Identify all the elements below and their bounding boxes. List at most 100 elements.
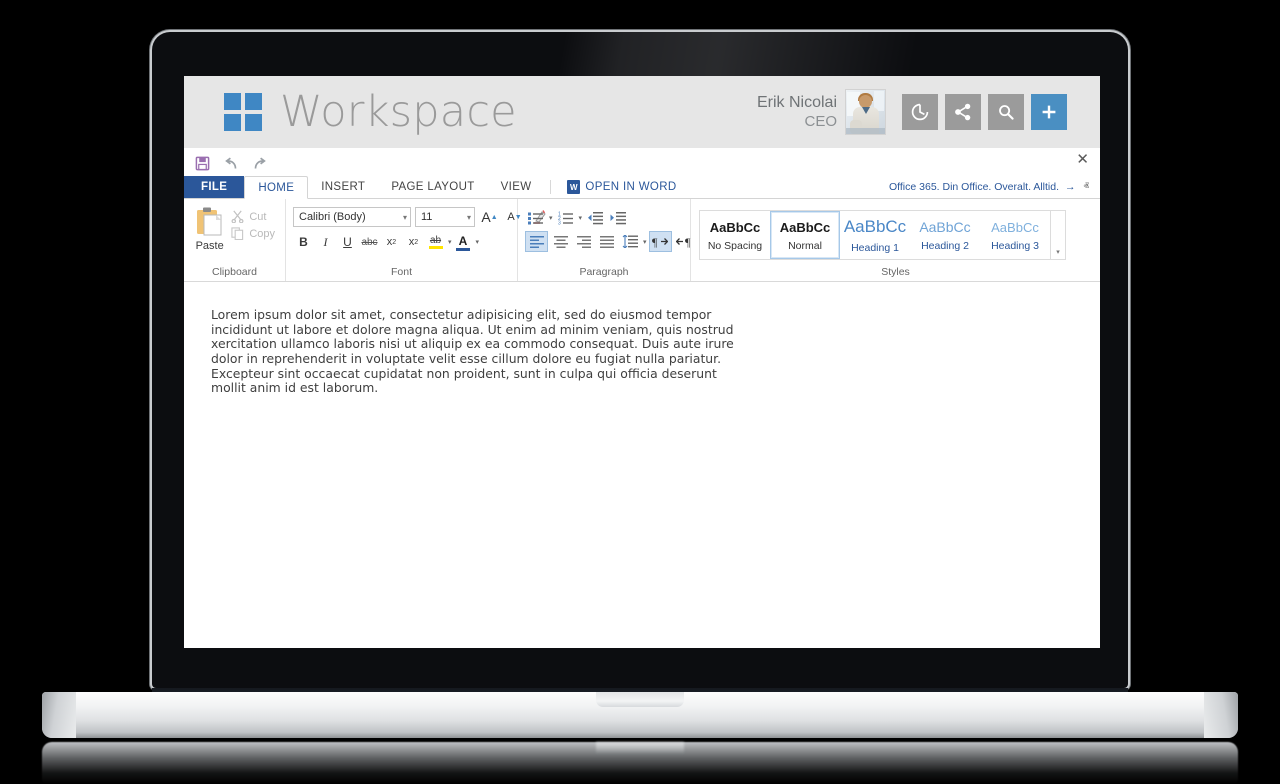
superscript-button[interactable]: x2	[403, 232, 424, 252]
ltr-button[interactable]: ¶	[648, 231, 672, 252]
ribbon-tabbar: FILE HOME INSERT PAGE LAYOUT VIEW W OPEN…	[184, 176, 1100, 199]
ltr-icon: ¶	[652, 235, 669, 248]
style-no-spacing[interactable]: AaBbCc No Spacing	[700, 211, 770, 259]
chevron-down-icon[interactable]: ▾	[447, 238, 452, 246]
office365-promo-text: Office 365. Din Office. Overalt. Alltid.	[889, 181, 1060, 193]
strikethrough-button[interactable]: abc	[359, 232, 380, 252]
align-right-button[interactable]	[573, 232, 594, 251]
cut-button[interactable]: Cut	[228, 208, 278, 225]
align-left-button[interactable]	[525, 231, 548, 252]
chevron-down-icon: ▾	[402, 212, 407, 222]
undo-button[interactable]	[223, 157, 239, 171]
style-name: Heading 1	[851, 242, 899, 254]
style-heading-2[interactable]: AaBbCc Heading 2	[910, 211, 980, 259]
user-role: CEO	[804, 112, 837, 130]
underline-button[interactable]: U	[337, 232, 358, 252]
tab-home[interactable]: HOME	[244, 176, 309, 199]
italic-label: I	[323, 234, 328, 249]
bullets-button[interactable]	[525, 208, 546, 227]
word-icon: W	[567, 180, 581, 194]
copy-button[interactable]: Copy	[228, 225, 278, 242]
chevron-down-icon[interactable]: ▾	[578, 214, 583, 222]
ribbon-group-styles: AaBbCc No Spacing AaBbCc Normal AaBbCc H…	[691, 199, 1100, 281]
chevron-down-icon[interactable]: ▾	[548, 214, 553, 222]
numbering-button[interactable]: 1 2 3	[555, 208, 576, 227]
font-color-button[interactable]: A	[453, 232, 474, 252]
copy-label: Copy	[249, 227, 275, 240]
subscript-index: 2	[392, 238, 397, 246]
chevron-down-icon: ▾	[466, 212, 471, 222]
style-normal[interactable]: AaBbCc Normal	[770, 211, 840, 259]
tab-file[interactable]: FILE	[184, 176, 245, 198]
redo-button[interactable]	[252, 157, 268, 171]
line-spacing-button[interactable]	[619, 232, 640, 251]
ribbon-group-clipboard: Paste Cut Copy Clipboard	[184, 199, 286, 281]
align-right-icon	[576, 235, 591, 248]
bold-label: B	[299, 235, 308, 249]
search-button[interactable]	[988, 94, 1024, 130]
tab-view[interactable]: VIEW	[488, 176, 545, 198]
decrease-indent-button[interactable]	[584, 208, 605, 227]
paste-button[interactable]: Paste	[191, 204, 228, 252]
paste-icon	[196, 207, 222, 236]
strikethrough-label: abc	[361, 236, 378, 248]
laptop-base-left-edge	[42, 692, 76, 738]
grow-font-button[interactable]: A ▲	[479, 207, 500, 227]
lid-gloss	[152, 32, 1128, 78]
save-button[interactable]	[195, 156, 210, 171]
style-preview: AaBbCc	[709, 219, 761, 235]
highlight-label: ab	[429, 235, 442, 246]
laptop-base-notch	[596, 692, 684, 707]
screenshot-stage: Workspace Erik Nicolai CEO ✕ FILE HOME I…	[0, 0, 1280, 784]
tab-divider	[550, 180, 552, 194]
collapse-ribbon-button[interactable]: ⱏ	[1084, 176, 1100, 198]
shrink-font-label: A	[507, 211, 515, 223]
document-canvas[interactable]: Lorem ipsum dolor sit amet, consectetur …	[184, 282, 1100, 648]
highlight-button[interactable]: ab	[425, 232, 446, 252]
user-info: Erik Nicolai CEO	[757, 93, 837, 132]
style-name: No Spacing	[707, 239, 763, 252]
styles-more-button[interactable]: ▾	[1051, 210, 1066, 260]
document-body-text[interactable]: Lorem ipsum dolor sit amet, consectetur …	[211, 307, 751, 396]
font-family-select[interactable]: Calibri (Body) ▾	[293, 207, 411, 227]
font-color-swatch	[456, 247, 471, 251]
justify-button[interactable]	[596, 232, 617, 251]
underline-label: U	[343, 235, 352, 249]
style-heading-1[interactable]: AaBbCc Heading 1	[840, 211, 910, 259]
history-button[interactable]	[902, 94, 938, 130]
laptop-lid: Workspace Erik Nicolai CEO ✕ FILE HOME I…	[152, 32, 1128, 688]
page-title: Workspace	[280, 87, 517, 137]
style-name: Heading 2	[921, 240, 969, 252]
workspace-logo-icon	[224, 93, 262, 131]
chevron-down-icon[interactable]: ▾	[642, 238, 647, 246]
increase-indent-button[interactable]	[607, 208, 628, 227]
style-preview: AaBbCc	[919, 219, 971, 235]
ribbon-group-font: Calibri (Body) ▾ 11 ▾ A ▲ A ▼ B I U abc …	[286, 199, 546, 281]
avatar[interactable]	[845, 89, 886, 135]
tab-insert[interactable]: INSERT	[308, 176, 378, 198]
laptop-screen: Workspace Erik Nicolai CEO ✕ FILE HOME I…	[184, 76, 1100, 648]
italic-button[interactable]: I	[315, 232, 336, 252]
tab-page-layout[interactable]: PAGE LAYOUT	[378, 176, 487, 198]
laptop-notch-reflection	[596, 742, 684, 754]
bold-button[interactable]: B	[293, 232, 314, 252]
close-button[interactable]: ✕	[1076, 152, 1089, 167]
subscript-button[interactable]: x2	[381, 232, 402, 252]
cut-icon	[231, 210, 244, 223]
svg-text:¶: ¶	[652, 235, 658, 248]
add-button[interactable]	[1031, 94, 1067, 130]
chevron-down-icon: ▾	[1056, 249, 1060, 256]
clipboard-group-label: Clipboard	[212, 266, 257, 278]
style-heading-3[interactable]: AaBbCc Heading 3	[980, 211, 1050, 259]
open-in-word-button[interactable]: W OPEN IN WORD	[557, 176, 686, 198]
font-group-label: Font	[390, 266, 412, 278]
align-center-button[interactable]	[550, 232, 571, 251]
share-button[interactable]	[945, 94, 981, 130]
office365-promo[interactable]: Office 365. Din Office. Overalt. Alltid.…	[889, 176, 1084, 198]
share-icon	[955, 103, 971, 121]
cut-label: Cut	[249, 210, 267, 223]
ribbon: Paste Cut Copy Clipboard Calibri (Body) …	[184, 199, 1100, 282]
undo-icon	[225, 157, 237, 169]
font-size-select[interactable]: 11 ▾	[415, 207, 475, 227]
chevron-down-icon[interactable]: ▾	[475, 238, 480, 246]
